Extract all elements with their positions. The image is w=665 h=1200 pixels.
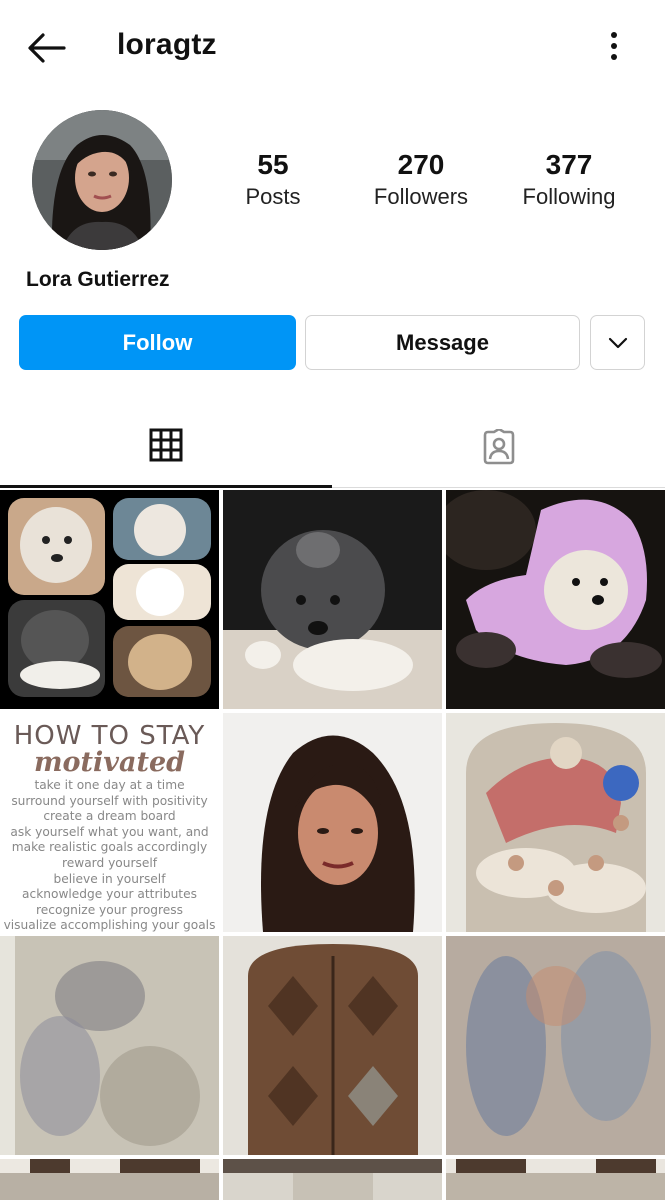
message-button[interactable]: Message: [305, 315, 580, 370]
grid-icon: [149, 428, 183, 462]
post-dog-on-couch[interactable]: [223, 490, 442, 709]
top-bar: loragtz: [0, 0, 665, 96]
tab-tagged[interactable]: [333, 405, 665, 488]
post-motivation-quote[interactable]: HOW TO STAY motivated take it one day at…: [0, 713, 219, 932]
back-arrow-icon: [28, 33, 66, 63]
followers-label: Followers: [373, 184, 469, 209]
posts-label: Posts: [245, 184, 301, 209]
profile-username: loragtz: [117, 28, 217, 61]
following-count: 377: [545, 149, 593, 180]
quote-line: recognize your progress: [36, 902, 183, 917]
profile-avatar[interactable]: [32, 110, 172, 250]
post-image: [0, 1159, 219, 1200]
post-building[interactable]: [0, 1159, 219, 1200]
quote-line: ask yourself what you want, and: [10, 824, 209, 839]
post-dog-pink-hoodie[interactable]: [446, 490, 665, 709]
post-image: [223, 936, 442, 1155]
suggested-accounts-button[interactable]: [590, 315, 645, 370]
post-image: [223, 713, 442, 932]
post-image: [446, 1159, 665, 1200]
stat-followers[interactable]: 270 Followers: [351, 150, 491, 214]
quote-line: reward yourself: [61, 855, 157, 870]
more-vertical-icon: [611, 32, 617, 60]
post-ceiling-fresco[interactable]: [446, 713, 665, 932]
quote-line: create a dream board: [43, 809, 176, 824]
chevron-down-icon: [608, 337, 627, 348]
tagged-person-icon: [483, 428, 515, 464]
post-image: [0, 490, 219, 709]
profile-tabs: [0, 405, 665, 488]
quote-line: surround yourself with positivity: [11, 793, 208, 808]
post-blue-fresco[interactable]: [446, 936, 665, 1155]
stat-posts[interactable]: 55 Posts: [203, 150, 343, 214]
back-button[interactable]: [22, 28, 70, 68]
post-building[interactable]: [223, 1159, 442, 1200]
post-wooden-door[interactable]: [223, 936, 442, 1155]
post-building[interactable]: [446, 1159, 665, 1200]
tab-posts-grid[interactable]: [0, 405, 332, 488]
quote-line: take it one day at a time: [34, 778, 185, 792]
post-image: [446, 490, 665, 709]
post-faded-wall-painting[interactable]: [0, 936, 219, 1155]
following-label: Following: [522, 184, 616, 209]
posts-count: 55: [257, 149, 289, 180]
post-image: [446, 713, 665, 932]
post-image: [223, 1159, 442, 1200]
quote-line: acknowledge your attributes: [22, 887, 197, 902]
post-image: [0, 936, 219, 1155]
profile-full-name: Lora Gutierrez: [26, 268, 170, 291]
quote-subtitle: motivated: [33, 747, 186, 778]
post-image: [446, 936, 665, 1155]
post-image: [223, 490, 442, 709]
options-button[interactable]: [596, 28, 632, 64]
post-selfie[interactable]: [223, 713, 442, 932]
quote-line: visualize accomplishing your goals: [3, 918, 216, 932]
followers-count: 270: [397, 149, 445, 180]
stat-following[interactable]: 377 Following: [499, 150, 639, 214]
avatar-image: [32, 110, 172, 250]
post-dog-collage[interactable]: [0, 490, 219, 709]
follow-button[interactable]: Follow: [19, 315, 296, 370]
quote-line: make realistic goals accordingly: [11, 840, 208, 855]
quote-line: believe in yourself: [53, 871, 166, 886]
